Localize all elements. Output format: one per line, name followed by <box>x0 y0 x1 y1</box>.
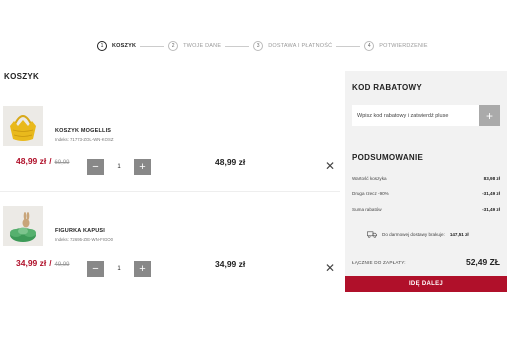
product-index: Indeks: 72695-ZIE-WN-FIGO0 <box>55 237 114 242</box>
cart-title: KOSZYK <box>4 72 40 81</box>
total-label: ŁĄCZNIE DO ZAPŁATY: <box>352 259 406 265</box>
step-your-data: 2 TWOJE DANE <box>168 41 221 51</box>
delivery-text: Do darmowej dostawy brakuje: <box>382 232 445 237</box>
delivery-remaining: 147,51 zł <box>449 232 469 237</box>
step-label: DOSTAWA I PŁATNOŚĆ <box>268 43 333 49</box>
quantity-value[interactable]: 1 <box>104 261 134 277</box>
step-label: TWOJE DANE <box>183 43 222 49</box>
summary-label: Wartość koszyka <box>352 176 387 181</box>
coupon-input[interactable] <box>352 105 479 126</box>
product-index: Indeks: 71773-ZOL-WN-KOSZ <box>55 137 114 142</box>
decrease-button[interactable]: − <box>87 261 104 277</box>
step-connector <box>225 45 250 47</box>
price-separator: / <box>49 259 52 268</box>
step-number: 4 <box>364 41 375 51</box>
product-image[interactable] <box>3 206 43 246</box>
coupon-title: KOD RABATOWY <box>352 83 422 92</box>
step-delivery-payment: 3 DOSTAWA I PŁATNOŚĆ <box>253 41 332 51</box>
price-new: 34,99 zł <box>16 258 47 268</box>
order-total: ŁĄCZNIE DO ZAPŁATY: 52,49 ZŁ <box>352 257 500 267</box>
step-number: 2 <box>168 41 179 51</box>
quantity-stepper: − 1 + <box>87 261 151 277</box>
cart-item: KOSZYK MOGELLIS Indeks: 71773-ZOL-WN-KOS… <box>0 92 340 192</box>
truck-icon <box>367 231 377 238</box>
total-value: 52,49 ZŁ <box>465 257 500 267</box>
step-confirmation: 4 POTWIERDZENIE <box>364 41 428 51</box>
summary-label: Suma rabatów <box>352 207 382 212</box>
step-connector <box>140 45 165 47</box>
quantity-value[interactable]: 1 <box>104 159 134 175</box>
line-total: 34,99 zł <box>215 259 246 269</box>
price-old: 49,99 <box>54 262 70 268</box>
step-connector <box>336 45 361 47</box>
price-separator: / <box>49 157 52 166</box>
close-icon[interactable]: ✕ <box>325 262 335 274</box>
decrease-button[interactable]: − <box>87 159 104 175</box>
summary-label: Druga rzecz -90% <box>352 191 389 196</box>
price: 48,99 zł / 69,99 <box>16 156 70 166</box>
step-number: 3 <box>253 41 264 51</box>
summary-row: Wartość koszyka 83,98 zł <box>352 176 500 181</box>
product-name[interactable]: KOSZYK MOGELLIS <box>55 128 111 134</box>
checkout-stepper: 1 KOSZYK 2 TWOJE DANE 3 DOSTAWA I PŁATNO… <box>97 41 428 51</box>
cart-item: FIGURKA KAPUSI Indeks: 72695-ZIE-WN-FIGO… <box>0 192 340 292</box>
increase-button[interactable]: + <box>134 261 151 277</box>
increase-button[interactable]: + <box>134 159 151 175</box>
product-image[interactable] <box>3 106 43 146</box>
summary-value: -31,49 zł <box>482 207 500 212</box>
summary-value: 83,98 zł <box>483 176 500 181</box>
summary-row: Suma rabatów -31,49 zł <box>352 207 500 212</box>
free-delivery-info: Do darmowej dostawy brakuje: 147,51 zł <box>367 231 469 238</box>
summary-row: Druga rzecz -90% -31,49 zł <box>352 191 500 196</box>
price: 34,99 zł / 49,99 <box>16 258 70 268</box>
order-sidebar: KOD RABATOWY + PODSUMOWANIE Wartość kosz… <box>345 71 507 276</box>
price-new: 48,99 zł <box>16 156 47 166</box>
coupon-form: + <box>352 105 500 126</box>
summary-value: -31,49 zł <box>482 191 500 196</box>
line-total: 48,99 zł <box>215 157 246 167</box>
step-cart: 1 KOSZYK <box>97 41 136 51</box>
product-name[interactable]: FIGURKA KAPUSI <box>55 228 105 234</box>
proceed-button[interactable]: IDĘ DALEJ <box>345 276 507 292</box>
close-icon[interactable]: ✕ <box>325 160 335 172</box>
step-number: 1 <box>97 41 107 51</box>
price-old: 69,99 <box>54 160 70 166</box>
apply-coupon-button[interactable]: + <box>479 105 500 126</box>
summary-title: PODSUMOWANIE <box>352 153 424 162</box>
step-label: KOSZYK <box>112 43 137 49</box>
step-label: POTWIERDZENIE <box>379 43 428 49</box>
quantity-stepper: − 1 + <box>87 159 151 175</box>
